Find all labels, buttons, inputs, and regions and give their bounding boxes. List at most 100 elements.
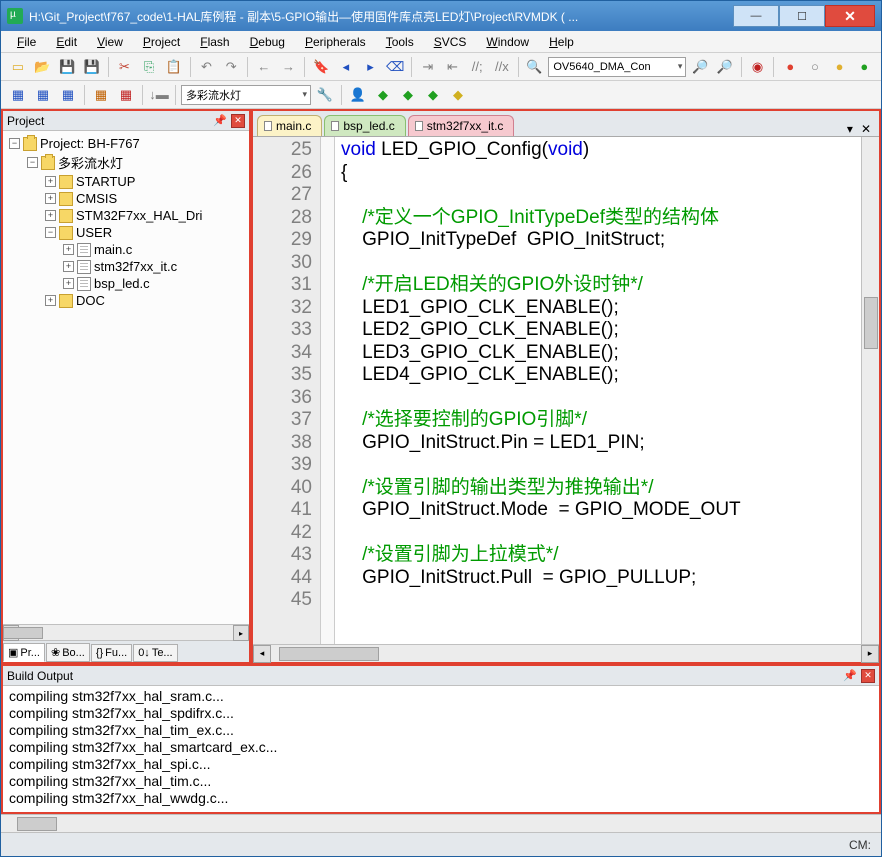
breakpoint-disable-button[interactable]: ○ [804,56,826,78]
build-output-body[interactable]: compiling stm32f7xx_hal_sram.c...compili… [3,686,879,812]
nav-fwd-button[interactable]: → [278,56,300,78]
copy-button[interactable]: ⎘ [138,56,160,78]
batch-build-button[interactable]: ▦ [90,84,112,106]
project-hscroll[interactable]: ◂▸ [3,624,249,640]
expand-box-icon[interactable] [63,244,74,255]
tree-node[interactable]: 多彩流水灯 [5,152,247,173]
tab-close-icon[interactable]: ✕ [861,122,871,136]
tree-node[interactable]: STM32F7xx_HAL_Dri [5,207,247,224]
tree-node[interactable]: main.c [5,241,247,258]
nav-back-button[interactable]: ← [253,56,275,78]
menu-edit[interactable]: Edit [48,33,85,51]
maximize-button[interactable] [779,5,825,27]
close-pane-button[interactable]: ✕ [231,114,245,128]
new-file-button[interactable]: ▭ [7,56,29,78]
minimize-button[interactable] [733,5,779,27]
expand-box-icon[interactable] [45,193,56,204]
build-button[interactable]: ▦ [32,84,54,106]
editor-vscroll[interactable] [861,137,879,644]
pack-installer-button[interactable]: ◆ [397,84,419,106]
tree-node[interactable]: Project: BH-F767 [5,135,247,152]
target-options-button[interactable]: 🔧 [314,84,336,106]
cut-button[interactable]: ✂ [114,56,136,78]
tree-node[interactable]: USER [5,224,247,241]
menu-peripherals[interactable]: Peripherals [297,33,374,51]
fold-gutter[interactable] [321,137,335,644]
target-combo[interactable]: 多彩流水灯 [181,85,311,105]
bookmark-clear-button[interactable]: ⌫ [384,56,406,78]
tree-node[interactable]: CMSIS [5,190,247,207]
reload-button[interactable]: ◆ [422,84,444,106]
close-button[interactable] [825,5,875,27]
menu-svcs[interactable]: SVCS [426,33,475,51]
menu-file[interactable]: File [9,33,44,51]
indent-button[interactable]: ⇥ [417,56,439,78]
undo-button[interactable]: ↶ [196,56,218,78]
find-in-files-button[interactable]: 🔎 [689,56,711,78]
tree-node[interactable]: DOC [5,292,247,309]
code-editor[interactable]: 2526272829303132333435363738394041424344… [253,137,879,644]
redo-button[interactable]: ↷ [220,56,242,78]
expand-box-icon[interactable] [63,261,74,272]
tab-label: Fu... [105,647,127,659]
pin-icon[interactable]: 📌 [213,114,227,127]
menu-help[interactable]: Help [541,33,582,51]
select-pack-button[interactable]: ◆ [372,84,394,106]
debug-button[interactable]: ◉ [747,56,769,78]
incremental-find-button[interactable]: 🔎 [714,56,736,78]
editor-hscroll[interactable]: ◂▸ [253,644,879,662]
pane-tab[interactable]: 0↓Te... [133,644,177,662]
menu-tools[interactable]: Tools [378,33,422,51]
expand-box-icon[interactable] [45,295,56,306]
pane-tab[interactable]: ▣Pr... [3,643,45,662]
menu-window[interactable]: Window [478,33,537,51]
open-file-button[interactable]: 📂 [32,56,54,78]
bookmark-next-button[interactable]: ▸ [360,56,382,78]
file-tab[interactable]: stm32f7xx_it.c [408,115,515,136]
bookmark-button[interactable]: 🔖 [310,56,332,78]
pane-tab[interactable]: ❀Bo... [46,643,90,662]
expand-box-icon[interactable] [45,210,56,221]
find-button[interactable]: 🔍 [524,56,546,78]
rebuild-button[interactable]: ▦ [57,84,79,106]
menu-project[interactable]: Project [135,33,188,51]
tree-node[interactable]: bsp_led.c [5,275,247,292]
expand-box-icon[interactable] [45,227,56,238]
translate-button[interactable]: ▦ [7,84,29,106]
pane-tab[interactable]: {}Fu... [91,644,132,662]
breakpoint-enable-button[interactable]: ● [853,56,875,78]
expand-box-icon[interactable] [9,138,20,149]
save-all-button[interactable]: 💾 [81,56,103,78]
comment-button[interactable]: //; [466,56,488,78]
menu-debug[interactable]: Debug [242,33,293,51]
manage-button[interactable]: 👤 [347,84,369,106]
project-tree[interactable]: Project: BH-F767多彩流水灯STARTUPCMSISSTM32F7… [3,131,249,624]
file-tab[interactable]: bsp_led.c [324,115,405,136]
menu-flash[interactable]: Flash [192,33,237,51]
uncomment-button[interactable]: //x [491,56,513,78]
stop-build-button[interactable]: ▦ [115,84,137,106]
tree-node[interactable]: STARTUP [5,173,247,190]
pin-icon[interactable]: 📌 [843,669,857,682]
tab-menu-icon[interactable]: ▾ [847,122,853,136]
paste-button[interactable]: 📋 [163,56,185,78]
close-pane-button[interactable]: ✕ [861,669,875,683]
breakpoint-kill-button[interactable]: ● [829,56,851,78]
menu-view[interactable]: View [89,33,131,51]
download-button[interactable]: ↓▬ [148,84,170,106]
breakpoint-button[interactable]: ● [779,56,801,78]
code-content[interactable]: void LED_GPIO_Config(void){ /*定义一个GPIO_I… [335,137,861,644]
help-button[interactable]: ◆ [447,84,469,106]
titlebar[interactable]: H:\Git_Project\f767_code\1-HAL库例程 - 副本\5… [1,1,881,31]
bookmark-prev-button[interactable]: ◂ [335,56,357,78]
outdent-button[interactable]: ⇤ [442,56,464,78]
find-combo[interactable]: OV5640_DMA_Con [548,57,686,77]
expand-box-icon[interactable] [45,176,56,187]
save-button[interactable]: 💾 [56,56,78,78]
expand-box-icon[interactable] [27,157,38,168]
tree-node[interactable]: stm32f7xx_it.c [5,258,247,275]
file-tab[interactable]: main.c [257,115,322,136]
main-hscroll[interactable] [1,814,881,832]
expand-box-icon[interactable] [63,278,74,289]
tab-icon: ▣ [8,646,18,659]
